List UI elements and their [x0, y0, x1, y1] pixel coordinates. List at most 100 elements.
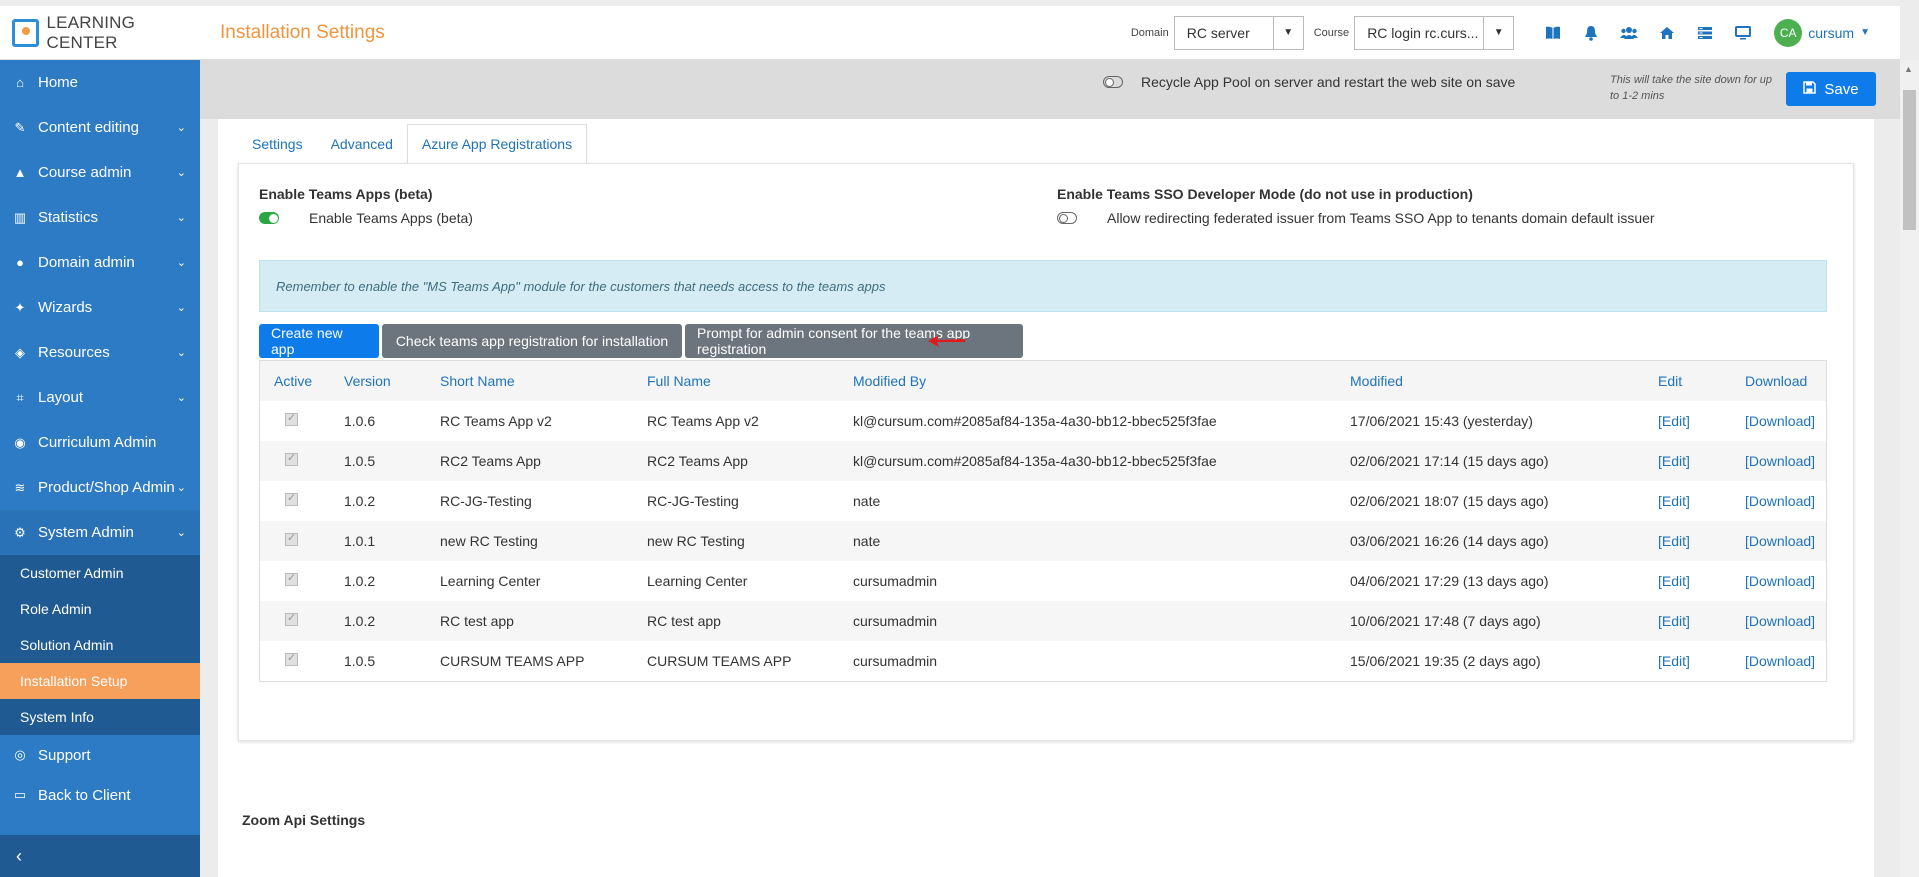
page-scrollbar[interactable]: ▲	[1900, 60, 1919, 877]
edit-link[interactable]: [Edit]	[1658, 573, 1690, 589]
sidebar-item-system-admin[interactable]: ⚙ System Admin ⌄	[0, 510, 200, 555]
download-link[interactable]: [Download]	[1745, 533, 1815, 549]
tab-advanced[interactable]: Advanced	[317, 124, 407, 164]
sidebar-item-statistics[interactable]: ▥ Statistics ⌄	[0, 195, 200, 240]
recycle-toggle[interactable]	[1103, 76, 1123, 88]
monitor-icon[interactable]	[1730, 20, 1756, 46]
sidebar-item-product-shop-admin[interactable]: ≋ Product/Shop Admin ⌄	[0, 465, 200, 510]
active-checkbox[interactable]	[285, 651, 298, 666]
active-checkbox[interactable]	[285, 571, 298, 586]
sidebar-item-wizards[interactable]: ✦ Wizards ⌄	[0, 285, 200, 330]
download-link[interactable]: [Download]	[1745, 413, 1815, 429]
domain-select-value: RC server	[1186, 24, 1250, 41]
bell-icon[interactable]	[1578, 20, 1604, 46]
active-cell	[274, 451, 298, 469]
sidebar-subitem-installation-setup[interactable]: Installation Setup	[0, 663, 200, 699]
edit-link[interactable]: [Edit]	[1658, 613, 1690, 629]
download-link[interactable]: [Download]	[1745, 613, 1815, 629]
user-menu[interactable]: cursum	[1808, 25, 1854, 41]
col-modified[interactable]: Modified	[1350, 373, 1403, 389]
col-short-name[interactable]: Short Name	[440, 373, 515, 389]
prompt-admin-consent-button[interactable]: Prompt for admin consent for the teams a…	[685, 324, 1023, 358]
full-name-cell: RC2 Teams App	[647, 453, 748, 469]
red-arrow-icon	[928, 335, 965, 347]
sidebar-subitem-system-info[interactable]: System Info	[0, 699, 200, 735]
sidebar-subitem-customer-admin[interactable]: Customer Admin	[0, 555, 200, 591]
active-checkbox[interactable]	[285, 451, 298, 466]
sidebar-item-label: Statistics	[38, 209, 99, 226]
download-link[interactable]: [Download]	[1745, 453, 1815, 469]
book-icon[interactable]	[1540, 20, 1566, 46]
sidebar-item-course-admin[interactable]: ▲ Course admin ⌄	[0, 150, 200, 195]
brand-logo-icon	[12, 18, 39, 47]
col-full-name[interactable]: Full Name	[647, 373, 711, 389]
col-edit[interactable]: Edit	[1658, 373, 1682, 389]
sidebar-item-home[interactable]: ⌂ Home	[0, 60, 200, 105]
list-icon[interactable]	[1692, 20, 1718, 46]
active-cell	[274, 571, 298, 589]
edit-link[interactable]: [Edit]	[1658, 533, 1690, 549]
brand[interactable]: LEARNING CENTER	[0, 13, 200, 53]
avatar[interactable]: CA	[1774, 18, 1803, 47]
bar-chart-icon: ▥	[13, 209, 27, 225]
sidebar-collapse-button[interactable]: ‹	[0, 835, 200, 877]
col-active[interactable]: Active	[274, 373, 312, 389]
teams-apps-toggle[interactable]	[259, 212, 279, 224]
active-checkbox[interactable]	[285, 491, 298, 506]
sidebar-subitem-solution-admin[interactable]: Solution Admin	[0, 627, 200, 663]
active-cell	[274, 611, 298, 629]
edit-link[interactable]: [Edit]	[1658, 653, 1690, 669]
full-name-cell: Learning Center	[647, 573, 748, 589]
sidebar-item-content-editing[interactable]: ✎ Content editing ⌄	[0, 105, 200, 150]
col-download[interactable]: Download	[1745, 373, 1807, 389]
col-modified-by[interactable]: Modified By	[853, 373, 926, 389]
download-link[interactable]: [Download]	[1745, 653, 1815, 669]
table-row: 1.0.5 RC2 Teams App RC2 Teams App kl@cur…	[260, 441, 1826, 481]
version-cell: 1.0.2	[344, 573, 376, 589]
sidebar-item-layout[interactable]: ⌗ Layout ⌄	[0, 375, 200, 420]
short-name-cell: Learning Center	[440, 573, 541, 589]
save-button-label: Save	[1824, 80, 1859, 98]
sidebar-item-back-to-client[interactable]: ▭ Back to Client	[0, 775, 200, 815]
short-name-cell: RC-JG-Testing	[440, 493, 532, 509]
active-checkbox[interactable]	[285, 611, 298, 626]
active-checkbox[interactable]	[285, 531, 298, 546]
short-name-cell: CURSUM TEAMS APP	[440, 653, 585, 669]
download-link[interactable]: [Download]	[1745, 493, 1815, 509]
active-checkbox[interactable]	[285, 411, 298, 426]
sidebar-item-label: Wizards	[38, 299, 93, 316]
modified-by-cell: cursumadmin	[853, 573, 938, 589]
tab-settings[interactable]: Settings	[238, 124, 317, 164]
tab-azure-app-registrations[interactable]: Azure App Registrations	[406, 124, 588, 164]
download-link[interactable]: [Download]	[1745, 573, 1815, 589]
home-icon[interactable]	[1654, 20, 1680, 46]
sidebar-item-support[interactable]: ◎ Support	[0, 735, 200, 775]
save-button[interactable]: Save	[1786, 72, 1876, 106]
edit-link[interactable]: [Edit]	[1658, 413, 1690, 429]
users-icon[interactable]	[1616, 20, 1642, 46]
sidebar-subitem-role-admin[interactable]: Role Admin	[0, 591, 200, 627]
sidebar-item-domain-admin[interactable]: ● Domain admin ⌄	[0, 240, 200, 285]
full-name-cell: new RC Testing	[647, 533, 745, 549]
graduation-cap-icon: ▲	[13, 165, 27, 180]
version-cell: 1.0.6	[344, 413, 376, 429]
scrollbar-thumb[interactable]	[1903, 90, 1916, 230]
sidebar-item-curriculum-admin[interactable]: ◉ Curriculum Admin	[0, 420, 200, 465]
modified-by-cell: cursumadmin	[853, 613, 938, 629]
scroll-up-icon[interactable]: ▲	[1904, 64, 1913, 74]
create-new-app-button[interactable]: Create new app	[259, 324, 379, 358]
course-label: Course	[1313, 26, 1350, 39]
version-cell: 1.0.5	[344, 653, 376, 669]
short-name-cell: RC2 Teams App	[440, 453, 541, 469]
course-select[interactable]: RC login rc.curs... ▼	[1354, 15, 1515, 50]
short-name-cell: RC test app	[440, 613, 514, 629]
col-version[interactable]: Version	[344, 373, 391, 389]
edit-link[interactable]: [Edit]	[1658, 453, 1690, 469]
edit-link[interactable]: [Edit]	[1658, 493, 1690, 509]
caret-down-icon[interactable]: ▼	[1860, 27, 1870, 38]
sidebar-item-resources[interactable]: ◈ Resources ⌄	[0, 330, 200, 375]
domain-select[interactable]: RC server ▼	[1173, 15, 1304, 50]
azure-panel: Enable Teams Apps (beta) Enable Teams Ap…	[238, 163, 1854, 741]
teams-sso-toggle[interactable]	[1057, 212, 1077, 224]
check-registration-button[interactable]: Check teams app registration for install…	[382, 324, 682, 358]
